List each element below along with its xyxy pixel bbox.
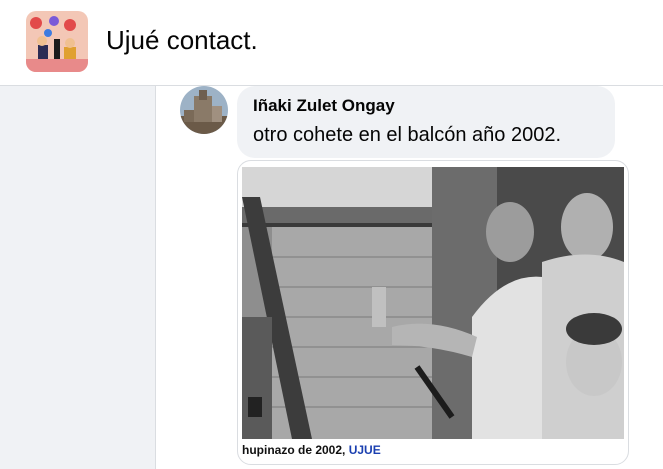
group-title[interactable]: Ujué contact. [106, 25, 258, 56]
comment-author-name[interactable]: Iñaki Zulet Ongay [253, 96, 395, 116]
comment-bubble: Iñaki Zulet Ongay otro cohete en el balc… [237, 86, 615, 158]
comment-photo-attachment[interactable]: hupinazo de 2002, UJUE [237, 160, 629, 465]
comment-text: otro cohete en el balcón año 2002. [253, 124, 562, 146]
caption-source: UJUE [348, 443, 381, 457]
left-rail [0, 86, 156, 469]
photo-caption: hupinazo de 2002, UJUE [242, 443, 624, 461]
caption-text: hupinazo de 2002, [242, 443, 349, 457]
top-bar: Ujué contact. [0, 0, 663, 86]
author-avatar[interactable] [180, 86, 228, 134]
group-avatar-icon[interactable] [26, 11, 88, 72]
newspaper-photo [242, 167, 624, 439]
